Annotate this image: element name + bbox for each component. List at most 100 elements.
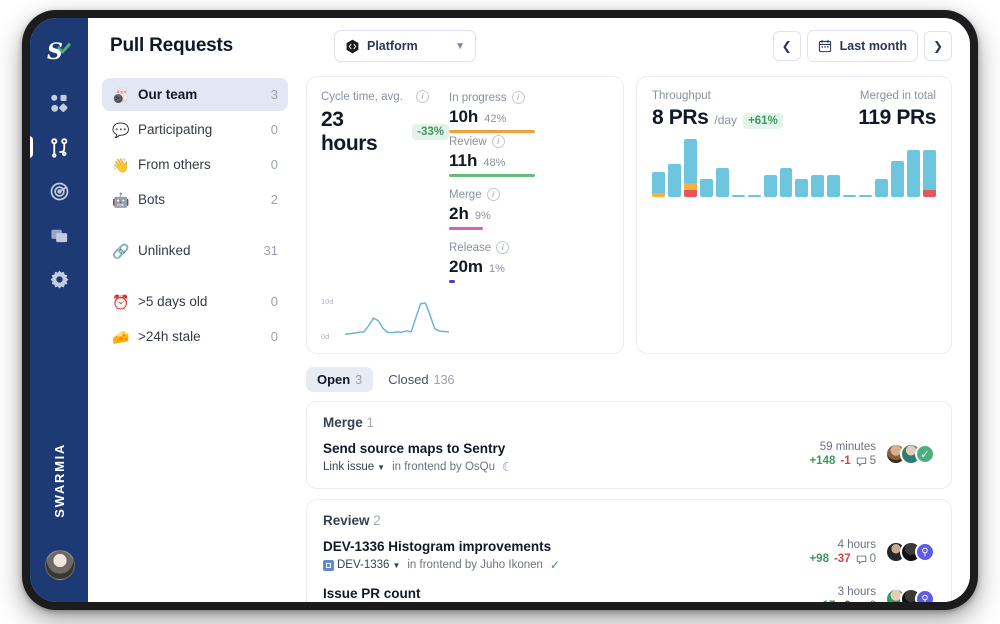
group-count: 2 [373,513,381,528]
bowling-emoji-icon: 🎳 [112,86,130,103]
pr-row[interactable]: Issue PR count DEV-1338 ▼ in frontend by… [323,586,935,602]
swarmia-logo-icon[interactable]: S [40,32,78,70]
throughput-bar[interactable] [811,175,825,197]
chevron-down-icon: ▼ [455,40,465,52]
filters-sidebar: 🎳 Our team 3 💬 Participating 0 👋 From ot… [88,74,300,602]
sidebar-item-label: Unlinked [138,243,191,258]
date-range-controls: ❮ Last month ❯ [772,30,952,62]
layers-icon[interactable] [40,216,78,254]
cycle-time-label: Cycle time, avg. [321,90,403,103]
throughput-bar[interactable] [763,175,777,197]
throughput-bar[interactable] [875,178,889,197]
throughput-bar[interactable] [747,195,761,197]
lines-deleted: -1 [840,455,851,467]
issue-key: DEV-1336 [337,559,390,571]
cycle-time-breakdown: In progress i 10h 42% Review i 11h 48% M… [449,90,609,283]
pull-request-icon[interactable] [30,128,78,166]
lines-added: +17 [816,600,836,602]
sidebar-item-our-team[interactable]: 🎳 Our team 3 [102,78,288,111]
merged-total-value: 119 PRs [858,106,936,129]
throughput-bar[interactable] [715,168,729,197]
throughput-bar[interactable] [907,149,920,197]
prev-period-button[interactable]: ❮ [772,31,801,61]
group-header: Review 2 [323,513,935,528]
throughput-bar[interactable] [652,171,665,197]
pr-title[interactable]: DEV-1336 Histogram improvements [323,539,799,554]
info-icon[interactable]: i [511,91,525,104]
sidebar-item-5-days-old[interactable]: ⏰ >5 days old 0 [102,285,288,318]
pr-group-merge: Merge 1 Send source maps to Sentry Link … [306,401,952,489]
bar-segment-blocked [683,189,697,197]
metric-label: Release [449,241,492,254]
pr-title[interactable]: Send source maps to Sentry [323,441,799,456]
comment-count: 0 [856,600,876,602]
bar-segment-merged [843,195,857,197]
metric-pct: 42% [484,113,507,125]
pr-row[interactable]: Send source maps to Sentry Link issue ▼ … [323,441,935,474]
bar-segment-merged [907,149,920,197]
bar-segment-merged [795,178,809,197]
throughput-bar[interactable] [843,195,857,197]
throughput-bar[interactable] [683,139,697,197]
date-range-button[interactable]: Last month [806,30,918,62]
bar-segment-merged [699,178,713,197]
sidebar-item-from-others[interactable]: 👋 From others 0 [102,148,288,181]
sidebar-item-count: 0 [270,329,278,344]
tab-open[interactable]: Open 3 [306,367,374,392]
body-split: 🎳 Our team 3 💬 Participating 0 👋 From ot… [88,74,970,602]
radar-icon[interactable] [40,172,78,210]
throughput-bar[interactable] [795,178,809,197]
throughput-bar-chart [652,139,936,197]
throughput-bar[interactable] [827,175,841,197]
tab-closed[interactable]: Closed 136 [377,367,465,392]
throughput-bar[interactable] [667,164,681,197]
shapes-icon[interactable] [40,84,78,122]
throughput-bar[interactable] [699,178,713,197]
throughput-bar[interactable] [891,160,904,197]
group-header: Merge 1 [323,415,935,430]
next-period-button[interactable]: ❯ [924,31,952,61]
tab-count: 136 [433,372,455,387]
throughput-bar[interactable] [731,195,745,197]
bar-segment-merged [715,168,729,197]
throughput-bar[interactable] [922,149,936,197]
avatar-group: ✓ [885,443,935,465]
info-icon[interactable]: i [486,188,500,201]
info-icon[interactable]: i [491,135,505,148]
issue-key-button[interactable]: DEV-1336 ▼ [323,559,400,571]
lines-added: +98 [809,553,829,565]
throughput-primary: Throughput 8 PRs /day +61% [652,90,783,130]
platform-select[interactable]: Platform ▼ [334,30,476,62]
approved-badge-icon: ✓ [915,444,935,464]
tab-count: 3 [355,372,363,387]
merged-total: Merged in total 119 PRs [858,90,936,130]
sidebar-item-24h-stale[interactable]: 🧀 >24h stale 0 [102,320,288,353]
chevron-down-icon: ▼ [392,560,401,570]
throughput-label: Throughput [652,90,711,102]
sidebar-item-unlinked[interactable]: 🔗 Unlinked 31 [102,234,288,267]
metric-underline [449,280,455,283]
throughput-bar[interactable] [859,195,873,197]
avatar-group: ⚲ [885,541,935,563]
sparkline-axis-top: 10d [321,297,334,306]
cycle-time-delta: -33% [412,124,449,140]
device-frame: S SWARMIA Pull Requests Platform ▼ ❮ Las… [22,10,978,610]
chevron-down-icon: ▼ [377,462,386,472]
pr-title[interactable]: Issue PR count [323,586,806,601]
info-icon[interactable]: i [496,241,510,254]
app-window: S SWARMIA Pull Requests Platform ▼ ❮ Las… [30,18,970,602]
pr-row[interactable]: DEV-1336 Histogram improvements DEV-1336… [323,539,935,572]
user-avatar[interactable] [45,550,75,580]
content-area: Pull Requests Platform ▼ ❮ Last month ❯ … [88,18,970,602]
gear-icon[interactable] [40,260,78,298]
bar-segment-merged [683,139,697,183]
sidebar-item-bots[interactable]: 🤖 Bots 2 [102,183,288,216]
sidebar-item-label: Our team [138,87,198,102]
sidebar-item-participating[interactable]: 💬 Participating 0 [102,113,288,146]
avatar-group: ⚲ [885,588,935,602]
link-issue-button[interactable]: Link issue ▼ [323,461,385,473]
info-icon[interactable]: i [416,90,429,103]
sidebar-item-label: Bots [138,192,166,207]
pr-meta-text: in frontend by Juho Ikonen [407,559,543,571]
throughput-bar[interactable] [779,168,793,197]
